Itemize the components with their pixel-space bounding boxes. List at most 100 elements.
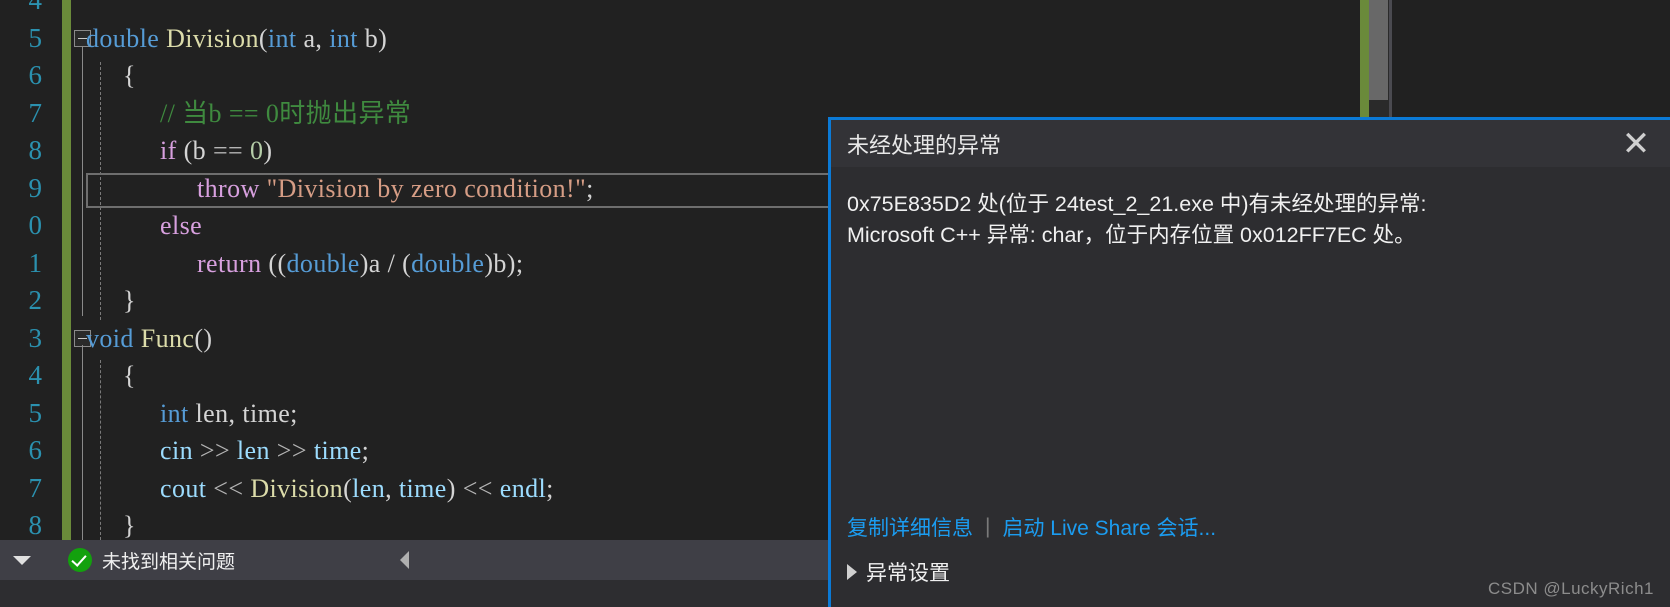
code-token: cout bbox=[160, 473, 214, 503]
start-live-share-link[interactable]: 启动 Live Share 会话... bbox=[1002, 512, 1216, 542]
code-token: , bbox=[385, 473, 399, 503]
code-token: b) bbox=[357, 23, 388, 53]
code-token: )b); bbox=[484, 248, 524, 278]
exception-message: 0x75E835D2 处(位于 24test_2_21.exe 中)有未经处理的… bbox=[847, 192, 1427, 247]
code-token: // 当b == 0时抛出异常 bbox=[160, 98, 412, 128]
code-token: == bbox=[212, 136, 244, 165]
line-number: 6 bbox=[28, 435, 43, 465]
exception-settings-label: 异常设置 bbox=[866, 562, 950, 585]
scrollbar-change-marker bbox=[1360, 0, 1369, 126]
line-number: 8 bbox=[28, 135, 43, 165]
line-number: 1 bbox=[28, 247, 43, 278]
line-change-marker bbox=[62, 469, 71, 507]
code-text: cin >> len >> time; bbox=[160, 432, 369, 470]
line-change-marker bbox=[62, 57, 71, 95]
exception-dialog-actions[interactable]: 复制详细信息 | 启动 Live Share 会话... bbox=[847, 512, 1216, 542]
code-text: return ((double)a / (double)b); bbox=[197, 245, 523, 283]
code-text: // 当b == 0时抛出异常 bbox=[160, 95, 411, 133]
error-list-summary[interactable]: 未找到相关问题 bbox=[0, 540, 830, 580]
code-line[interactable]: 5 double Division(int a, int b) bbox=[0, 19, 1670, 58]
code-text: else bbox=[160, 207, 202, 245]
exception-dialog-body: 0x75E835D2 处(位于 24test_2_21.exe 中)有未经处理的… bbox=[831, 167, 1670, 491]
line-number: 2 bbox=[28, 285, 43, 315]
code-line[interactable]: 6{ bbox=[0, 57, 1670, 95]
code-token: cin bbox=[160, 436, 200, 465]
indent-guide bbox=[100, 360, 101, 540]
close-icon[interactable]: ✕ bbox=[1608, 120, 1664, 167]
copy-details-link[interactable]: 复制详细信息 bbox=[847, 512, 973, 542]
code-token: len bbox=[352, 473, 386, 503]
vertical-scrollbar-thumb[interactable] bbox=[1369, 0, 1388, 100]
code-text: throw "Division by zero condition!"; bbox=[197, 170, 594, 208]
code-text: cout << Division(len, time) << endl; bbox=[160, 470, 554, 508]
line-number: 7 bbox=[28, 97, 43, 128]
exception-settings-toggle[interactable]: 异常设置 bbox=[847, 557, 950, 587]
code-token: ; bbox=[586, 173, 594, 203]
code-token: (( bbox=[261, 248, 287, 278]
code-token: >> bbox=[276, 436, 307, 465]
code-line[interactable]: 4 bbox=[0, 0, 1670, 20]
code-token: int bbox=[329, 23, 358, 53]
code-token: ; bbox=[546, 473, 554, 503]
code-token: time bbox=[306, 436, 362, 465]
code-token: void bbox=[86, 323, 134, 353]
line-number: 4 bbox=[28, 360, 43, 390]
code-token: ( bbox=[258, 23, 268, 53]
line-change-marker bbox=[62, 432, 71, 470]
code-token: int bbox=[267, 23, 297, 53]
code-token: } bbox=[123, 511, 136, 540]
indent-guide bbox=[82, 345, 83, 540]
code-text: int len, time; bbox=[160, 395, 298, 433]
code-token: >> bbox=[199, 436, 231, 465]
code-token: ; bbox=[361, 436, 370, 465]
code-token: { bbox=[123, 361, 136, 390]
chevron-left-icon[interactable] bbox=[400, 551, 409, 569]
code-token: )a / ( bbox=[359, 248, 412, 278]
indent-guide bbox=[100, 62, 101, 320]
chevron-down-icon[interactable] bbox=[0, 540, 44, 580]
check-circle-icon bbox=[68, 548, 92, 572]
code-token: endl bbox=[499, 473, 547, 503]
code-token: double bbox=[286, 248, 360, 278]
code-token: (b bbox=[176, 136, 213, 165]
line-change-marker bbox=[62, 394, 71, 432]
code-token: len, time; bbox=[188, 398, 298, 428]
indent-guide bbox=[82, 46, 83, 316]
code-token: throw bbox=[197, 173, 260, 203]
code-token: Division bbox=[166, 23, 259, 53]
code-token: ( bbox=[343, 473, 353, 503]
line-number: 3 bbox=[28, 322, 43, 353]
line-change-marker bbox=[62, 282, 71, 320]
unhandled-exception-dialog[interactable]: 未经处理的异常 ✕ 0x75E835D2 处(位于 24test_2_21.ex… bbox=[828, 117, 1670, 607]
code-token: Func bbox=[140, 323, 195, 353]
code-token: int bbox=[160, 398, 189, 428]
line-number: 5 bbox=[28, 397, 43, 428]
line-number: 0 bbox=[28, 210, 43, 240]
code-token: len bbox=[230, 436, 277, 465]
code-text: double Division(int a, int b) bbox=[86, 20, 387, 58]
line-number: 5 bbox=[28, 22, 43, 53]
code-token: ) bbox=[446, 473, 463, 503]
code-token: << bbox=[462, 473, 493, 503]
line-change-marker bbox=[62, 319, 71, 357]
scrollbar-edge-marker bbox=[1389, 0, 1392, 126]
line-number: 4 bbox=[28, 0, 43, 15]
line-change-marker bbox=[62, 94, 71, 132]
line-number: 8 bbox=[28, 510, 43, 540]
line-change-marker bbox=[62, 19, 71, 57]
code-text: } bbox=[123, 507, 136, 540]
line-number: 9 bbox=[28, 172, 43, 203]
line-change-marker bbox=[62, 357, 71, 395]
code-token: ) bbox=[263, 136, 273, 165]
exception-dialog-header: 未经处理的异常 ✕ bbox=[831, 120, 1670, 167]
code-token: { bbox=[123, 61, 136, 90]
code-text: { bbox=[123, 57, 136, 95]
code-token: 0 bbox=[250, 136, 264, 165]
code-token: else bbox=[160, 211, 203, 240]
exception-dialog-title: 未经处理的异常 bbox=[847, 132, 1002, 158]
code-token: time bbox=[398, 473, 447, 503]
